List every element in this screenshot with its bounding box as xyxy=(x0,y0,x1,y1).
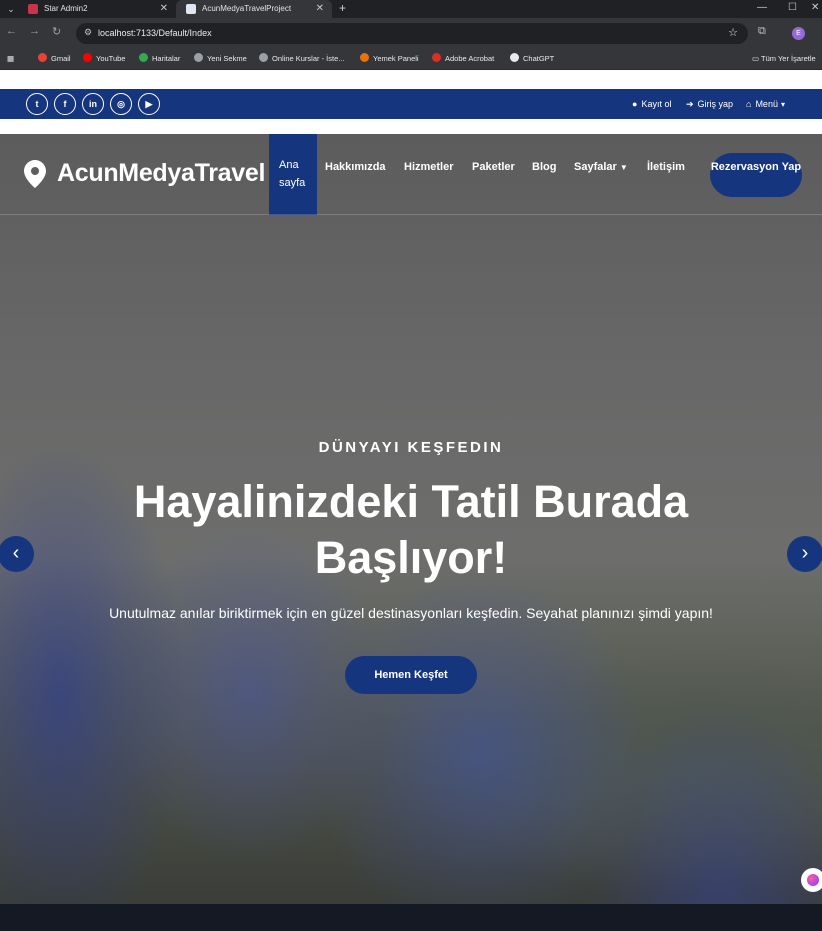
acrobat-icon xyxy=(432,53,441,62)
bookmark-chatgpt[interactable]: ChatGPT xyxy=(510,48,554,70)
site-top-bar: t f in ◎ ▶ ● Kayıt ol ➔ Giriş yap ⌂ Menü ▾ xyxy=(0,89,822,119)
user-icon: ● xyxy=(632,99,638,109)
chatgpt-icon xyxy=(510,53,519,62)
bookmark-yemek-paneli[interactable]: Yemek Paneli xyxy=(360,48,419,70)
floating-assistant-button[interactable] xyxy=(801,868,822,892)
nav-item-iletisim[interactable]: İletişim xyxy=(647,158,685,176)
globe-icon xyxy=(259,53,268,62)
linkedin-icon[interactable]: in xyxy=(82,93,104,115)
reload-icon[interactable]: ↻ xyxy=(52,25,61,38)
food-icon xyxy=(360,53,369,62)
home-icon: ⌂ xyxy=(746,99,752,109)
extensions-icon[interactable]: ⧉ xyxy=(758,25,766,38)
facebook-icon[interactable]: f xyxy=(54,93,76,115)
forward-icon[interactable]: → xyxy=(29,25,40,37)
browser-tab-bar: ⌄ Star Admin2 ✕ AcunMedyaTravelProject ✕… xyxy=(0,0,822,18)
gmail-icon xyxy=(38,53,47,62)
register-link[interactable]: ● Kayıt ol xyxy=(632,89,671,119)
browser-tab[interactable]: Star Admin2 ✕ xyxy=(18,0,176,18)
folder-icon: ▭ xyxy=(752,54,762,63)
maximize-icon[interactable]: ☐ xyxy=(788,0,797,16)
hero-eyebrow: DÜNYAYI KEŞFEDIN xyxy=(318,439,504,456)
chevron-left-icon: ‹ xyxy=(12,542,20,564)
nav-item-paketler[interactable]: Paketler xyxy=(472,158,515,176)
bookmark-yeni-sekme[interactable]: Yeni Sekme xyxy=(194,48,247,70)
profile-avatar[interactable]: E xyxy=(792,27,805,40)
hero-headline: Hayalinizdeki Tatil Burada Başlıyor! xyxy=(133,476,689,583)
youtube-icon[interactable]: ▶ xyxy=(138,93,160,115)
bookmark-youtube[interactable]: YouTube xyxy=(83,48,125,70)
maps-icon xyxy=(139,53,148,62)
tab-favicon xyxy=(186,4,196,14)
location-pin-icon xyxy=(24,160,46,188)
close-tab-icon[interactable]: ✕ xyxy=(160,0,168,18)
nav-divider xyxy=(0,214,822,215)
site-brand[interactable]: AcunMedyaTravel xyxy=(57,159,265,188)
all-bookmarks[interactable]: ▭ Tüm Yer İşaretle xyxy=(752,48,816,70)
chevron-right-icon: › xyxy=(801,542,809,564)
bookmark-haritalar[interactable]: Haritalar xyxy=(139,48,180,70)
address-bar[interactable]: ⚙ localhost:7133/Default/Index ☆ xyxy=(76,23,748,44)
window-close-icon[interactable]: ✕ xyxy=(811,0,819,16)
nav-item-sayfalar[interactable]: Sayfalar ▼ xyxy=(574,158,628,177)
sign-in-icon: ➔ xyxy=(686,99,694,109)
nav-item-hizmetler[interactable]: Hizmetler xyxy=(404,158,454,176)
back-icon[interactable]: ← xyxy=(6,25,17,37)
new-tab-icon[interactable]: + xyxy=(339,0,346,17)
carousel-prev-button[interactable]: ‹ xyxy=(0,536,34,572)
url-text[interactable]: localhost:7133/Default/Index xyxy=(98,23,212,44)
page-bottom-strip xyxy=(0,904,822,931)
carousel-next-button[interactable]: › xyxy=(787,536,822,572)
bookmarks-bar: ▦ Gmail YouTube Haritalar Yeni Sekme Onl… xyxy=(0,48,822,70)
bookmark-star-icon[interactable]: ☆ xyxy=(728,26,738,39)
instagram-icon[interactable]: ◎ xyxy=(110,93,132,115)
nav-item-hakkimizda[interactable]: Hakkımızda xyxy=(325,158,386,176)
hero-subline: Unutulmaz anılar biriktirmek için en güz… xyxy=(109,605,713,621)
tab-favicon xyxy=(28,4,38,14)
explore-button[interactable]: Hemen Keşfet xyxy=(345,656,477,694)
browser-tab-active[interactable]: AcunMedyaTravelProject ✕ xyxy=(176,0,332,18)
bookmark-adobe-acrobat[interactable]: Adobe Acrobat xyxy=(432,48,494,70)
twitter-icon[interactable]: t xyxy=(26,93,48,115)
menu-dropdown[interactable]: ⌂ Menü ▾ xyxy=(746,89,785,120)
chevron-down-icon: ▼ xyxy=(619,163,628,172)
reservation-button[interactable]: Rezervasyon Yap xyxy=(710,153,802,197)
globe-icon xyxy=(194,53,203,62)
tab-title: AcunMedyaTravelProject xyxy=(202,4,292,13)
minimize-icon[interactable]: — xyxy=(757,0,767,16)
nav-item-ana-sayfa[interactable]: Ana sayfa xyxy=(279,156,309,192)
site-info-icon[interactable]: ⚙ xyxy=(84,27,92,38)
apps-icon[interactable]: ▦ xyxy=(7,48,14,70)
browser-toolbar: ← → ↻ ⚙ localhost:7133/Default/Index ☆ ⧉… xyxy=(0,18,822,48)
close-tab-icon[interactable]: ✕ xyxy=(316,0,324,18)
caret-down-icon: ▾ xyxy=(780,100,785,109)
assistant-icon xyxy=(807,874,819,886)
hero-section: AcunMedyaTravel Ana sayfa Hakkımızda Hiz… xyxy=(0,134,822,904)
bookmark-online-kurslar[interactable]: Online Kurslar - İste... xyxy=(259,48,345,70)
nav-item-blog[interactable]: Blog xyxy=(532,158,556,176)
youtube-icon xyxy=(83,53,92,62)
tab-title: Star Admin2 xyxy=(44,4,88,13)
bookmark-gmail[interactable]: Gmail xyxy=(38,48,71,70)
login-link[interactable]: ➔ Giriş yap xyxy=(686,89,733,119)
